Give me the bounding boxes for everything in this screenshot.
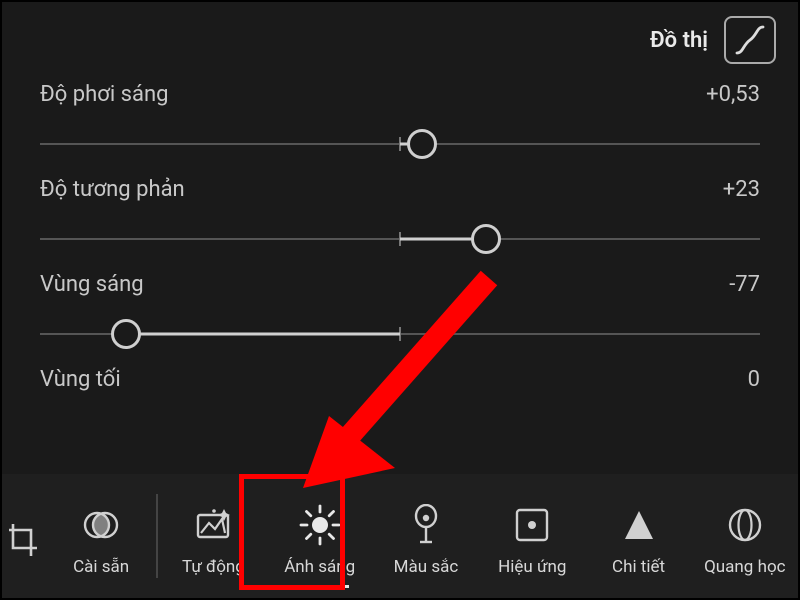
panel-header: Đồ thị	[2, 2, 798, 74]
crop-icon	[9, 522, 41, 558]
shadows-row: Vùng tối 0	[40, 367, 760, 392]
contrast-thumb[interactable]	[471, 224, 501, 254]
light-icon	[299, 504, 341, 546]
tab-detail[interactable]: Chi tiết	[585, 474, 691, 598]
tab-optics-label: Quang học	[704, 557, 785, 577]
light-sliders-panel: Độ phơi sáng +0,53 Độ tương phản +23 Vùn…	[2, 74, 798, 392]
highlights-slider[interactable]	[40, 313, 760, 355]
exposure-value: +0,53	[706, 82, 760, 107]
toolbar-separator	[156, 494, 158, 578]
contrast-slider[interactable]	[40, 218, 760, 260]
shadows-value: 0	[748, 367, 760, 392]
tab-color[interactable]: Màu sắc	[373, 474, 479, 598]
tab-auto[interactable]: Tự động	[160, 474, 266, 598]
tone-curve-button[interactable]	[724, 16, 776, 64]
crop-tool[interactable]	[2, 474, 48, 598]
exposure-thumb[interactable]	[407, 129, 437, 159]
tab-detail-label: Chi tiết	[612, 557, 665, 577]
presets-icon	[81, 505, 121, 545]
tab-optics[interactable]: Quang học	[692, 474, 798, 598]
tab-auto-label: Tự động	[182, 557, 245, 577]
highlights-row: Vùng sáng -77	[40, 272, 760, 355]
tab-presets[interactable]: Cài sẵn	[48, 474, 154, 598]
optics-icon	[725, 505, 765, 545]
tab-light[interactable]: Ánh sáng	[267, 474, 373, 598]
tab-effects[interactable]: Hiệu ứng	[479, 474, 585, 598]
highlights-label: Vùng sáng	[40, 272, 144, 297]
highlights-thumb[interactable]	[111, 319, 141, 349]
effects-icon	[513, 506, 551, 544]
tab-presets-label: Cài sẵn	[73, 557, 129, 577]
tab-effects-label: Hiệu ứng	[498, 557, 566, 577]
highlights-value: -77	[729, 272, 760, 297]
contrast-value: +23	[723, 177, 760, 202]
contrast-row: Độ tương phản +23	[40, 177, 760, 260]
curve-icon	[733, 23, 767, 57]
exposure-row: Độ phơi sáng +0,53	[40, 82, 760, 165]
exposure-label: Độ phơi sáng	[40, 82, 168, 107]
active-underline	[291, 585, 349, 588]
exposure-slider[interactable]	[40, 123, 760, 165]
detail-icon	[621, 507, 657, 543]
bottom-toolbar: Cài sẵn Tự động	[2, 474, 798, 598]
tab-light-label: Ánh sáng	[284, 557, 355, 577]
shadows-label: Vùng tối	[40, 367, 121, 392]
tab-color-label: Màu sắc	[394, 557, 459, 577]
auto-icon	[192, 507, 234, 543]
graph-label: Đồ thị	[650, 28, 708, 53]
color-icon	[411, 504, 441, 546]
contrast-label: Độ tương phản	[40, 177, 185, 202]
